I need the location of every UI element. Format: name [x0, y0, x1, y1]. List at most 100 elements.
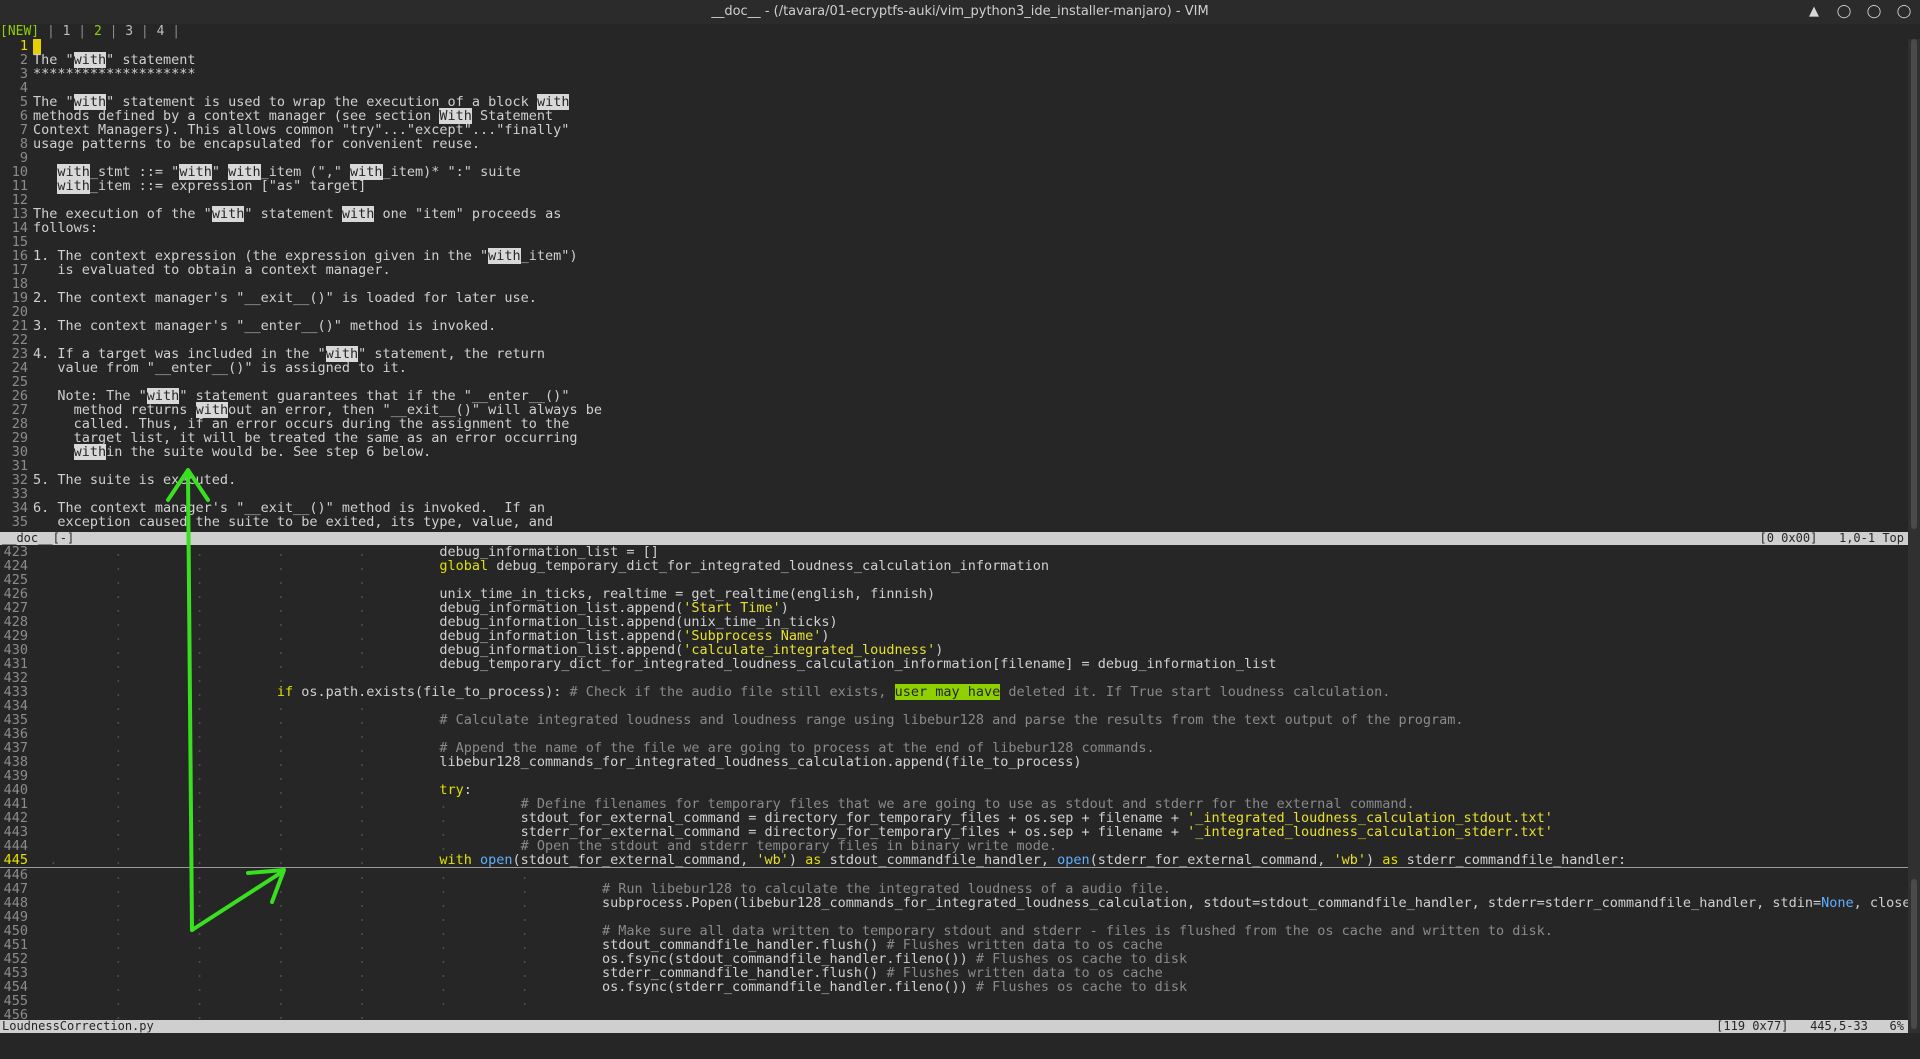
doc-line[interactable]: 21 3. The context manager's "__enter__()"… — [0, 319, 1908, 333]
doc-line[interactable]: 20 — [0, 305, 1908, 319]
doc-line[interactable]: 11 with_item ::= expression ["as" target… — [0, 178, 1908, 194]
code-line[interactable]: 445 . . . . . with open(stdout_for_exter… — [0, 853, 1908, 868]
tab-2[interactable]: 2 — [94, 24, 102, 39]
line-text: " statement — [244, 206, 342, 222]
line-number: 1 — [19, 39, 28, 54]
code-line[interactable]: 426 . . . . unix_time_in_ticks, realtime… — [0, 587, 1908, 601]
code-line[interactable]: 423 . . . . debug_information_list = [] — [0, 545, 1908, 559]
code-line[interactable]: 434 . . . . — [0, 699, 1908, 713]
code-line[interactable]: 453 . . . . . . stderr_commandfile_handl… — [0, 966, 1908, 980]
doc-line[interactable]: 31 — [0, 459, 1908, 473]
doc-line[interactable]: 5 The "with" statement is used to wrap th… — [0, 94, 1908, 110]
search-match: with — [57, 178, 90, 194]
doc-line[interactable]: 28 called. Thus, if an error occurs duri… — [0, 417, 1908, 431]
code-line[interactable]: 429 . . . . debug_information_list.appen… — [0, 629, 1908, 643]
doc-line[interactable]: 13 The execution of the "with" statement … — [0, 206, 1908, 222]
line-text: libebur128_commands_for_integrated_loudn… — [439, 754, 1082, 770]
doc-line[interactable]: 9 — [0, 151, 1908, 165]
code-line[interactable]: 450 . . . . . . # Make sure all data wri… — [0, 924, 1908, 938]
line-text: # Check if the audio file still exists, — [569, 684, 895, 700]
code-line[interactable]: 444 . . . . . # Open the stdout and stde… — [0, 839, 1908, 853]
code-line[interactable]: 437 . . . . # Append the name of the fil… — [0, 741, 1908, 755]
line-text: in the suite would be. See step 6 below. — [106, 444, 432, 460]
vertical-scrollbar[interactable] — [1908, 39, 1920, 1033]
doc-line[interactable]: 30 within the suite would be. See step 6… — [0, 444, 1908, 460]
line-number: 440 — [3, 782, 28, 798]
code-line[interactable]: 433 . . if os.path.exists(file_to_proces… — [0, 684, 1908, 700]
doc-line[interactable]: 8 usage patterns to be encapsulated for c… — [0, 137, 1908, 151]
line-number: 20 — [11, 304, 28, 320]
scrollbar-thumb-top[interactable] — [1911, 39, 1917, 529]
code-line[interactable]: 455 . . . . . . — [0, 994, 1908, 1008]
doc-line[interactable]: 23 4. If a target was included in the "wi… — [0, 346, 1908, 362]
code-line[interactable]: 449 . . . . . . — [0, 910, 1908, 924]
code-line[interactable]: 448 . . . . . . subprocess.Popen(libebur… — [0, 896, 1908, 910]
doc-line[interactable]: 27 method returns without an error, then… — [0, 402, 1908, 418]
code-line[interactable]: 432 . . . — [0, 671, 1908, 685]
doc-buffer-pane[interactable]: 1 2 The "with" statement 3 ****************… — [0, 39, 1908, 532]
vim-command-line[interactable] — [0, 1033, 1920, 1056]
doc-line[interactable]: 15 — [0, 235, 1908, 249]
doc-line[interactable]: 16 1. The context expression (the express… — [0, 248, 1908, 264]
code-line[interactable]: 454 . . . . . . os.fsync(stderr_commandf… — [0, 980, 1908, 994]
code-line[interactable]: 456 . . . . — [0, 1008, 1908, 1020]
code-line[interactable]: 428 . . . . debug_information_list.appen… — [0, 615, 1908, 629]
line-number: 438 — [3, 754, 28, 770]
code-line[interactable]: 436 . . . . — [0, 727, 1908, 741]
code-line[interactable]: 427 . . . . debug_information_list.appen… — [0, 601, 1908, 615]
doc-line[interactable]: 18 — [0, 277, 1908, 291]
status-bottom-filename: LoudnessCorrection.py — [2, 1019, 154, 1033]
code-line[interactable]: 438 . . . . libebur128_commands_for_inte… — [0, 755, 1908, 769]
minimize-button[interactable]: ◯ — [1836, 4, 1852, 20]
line-number: 30 — [11, 444, 28, 460]
doc-line[interactable]: 17 is evaluated to obtain a context mana… — [0, 263, 1908, 277]
doc-line[interactable]: 24 value from "__enter__()" is assigned … — [0, 361, 1908, 375]
code-line[interactable]: 424 . . . . global debug_temporary_dict_… — [0, 559, 1908, 573]
doc-line[interactable]: 22 — [0, 333, 1908, 347]
code-line[interactable]: 452 . . . . . . os.fsync(stdout_commandf… — [0, 952, 1908, 966]
doc-line[interactable]: 6 methods defined by a context manager (s… — [0, 108, 1908, 124]
doc-line[interactable]: 33 — [0, 487, 1908, 501]
line-number: 15 — [11, 234, 28, 250]
maximize-button[interactable]: ◯ — [1866, 4, 1882, 20]
tab-3[interactable]: 3 — [125, 24, 133, 39]
doc-line[interactable]: 19 2. The context manager's "__exit__()" … — [0, 291, 1908, 305]
code-line[interactable]: 431 . . . . debug_temporary_dict_for_int… — [0, 657, 1908, 671]
close-button[interactable]: ◯ — [1896, 4, 1912, 20]
line-text: None — [1821, 895, 1854, 911]
tab-new[interactable]: [NEW] — [0, 24, 39, 39]
doc-line[interactable]: 4 — [0, 81, 1908, 95]
line-text: 'wb' — [1333, 852, 1367, 868]
doc-line[interactable]: 3 ******************** — [0, 67, 1908, 81]
doc-line[interactable]: 34 6. The context manager's "__exit__()" … — [0, 501, 1908, 515]
line-number: 11 — [11, 178, 28, 194]
doc-line[interactable]: 29 target list, it will be treated the s… — [0, 431, 1908, 445]
doc-line[interactable]: 2 The "with" statement — [0, 52, 1908, 68]
code-line[interactable]: 443 . . . . . stderr_for_external_comman… — [0, 825, 1908, 839]
code-line[interactable]: 446 . . . . . . — [0, 868, 1908, 882]
doc-line[interactable]: 14 follows: — [0, 221, 1908, 235]
code-line[interactable]: 430 . . . . debug_information_list.appen… — [0, 643, 1908, 657]
doc-line[interactable]: 7 Context Managers). This allows common "… — [0, 123, 1908, 137]
code-line[interactable]: 447 . . . . . . # Run libebur128 to calc… — [0, 882, 1908, 896]
code-line[interactable]: 451 . . . . . . stdout_commandfile_handl… — [0, 938, 1908, 952]
line-text: # Flushes os cache to disk — [975, 979, 1188, 995]
code-line[interactable]: 439 . . . . — [0, 769, 1908, 783]
doc-line[interactable]: 35 exception caused the suite to be exit… — [0, 515, 1908, 529]
doc-line[interactable]: 26 Note: The "with" statement guarantees… — [0, 388, 1908, 404]
line-text: ) — [1366, 852, 1383, 868]
doc-line[interactable]: 10 with_stmt ::= "with" with_item ("," w… — [0, 164, 1908, 180]
doc-line[interactable]: 32 5. The suite is executed. — [0, 473, 1908, 487]
code-line[interactable]: 441 . . . . . # Define filenames for tem… — [0, 797, 1908, 811]
code-buffer-pane[interactable]: 423 . . . . debug_information_list = [] 4… — [0, 545, 1908, 1020]
doc-line[interactable]: 1 — [0, 39, 1908, 54]
code-line[interactable]: 442 . . . . . stdout_for_external_comman… — [0, 811, 1908, 825]
code-line[interactable]: 440 . . . . try: — [0, 783, 1908, 797]
scrollbar-thumb-bottom[interactable] — [1911, 879, 1917, 1029]
line-number: 446 — [3, 867, 28, 883]
doc-line[interactable]: 25 — [0, 375, 1908, 389]
shade-button[interactable]: ▲ — [1806, 4, 1822, 20]
doc-line[interactable]: 12 — [0, 193, 1908, 207]
code-line[interactable]: 435 . . . . # Calculate integrated loudn… — [0, 713, 1908, 727]
code-line[interactable]: 425 . . . . — [0, 573, 1908, 587]
